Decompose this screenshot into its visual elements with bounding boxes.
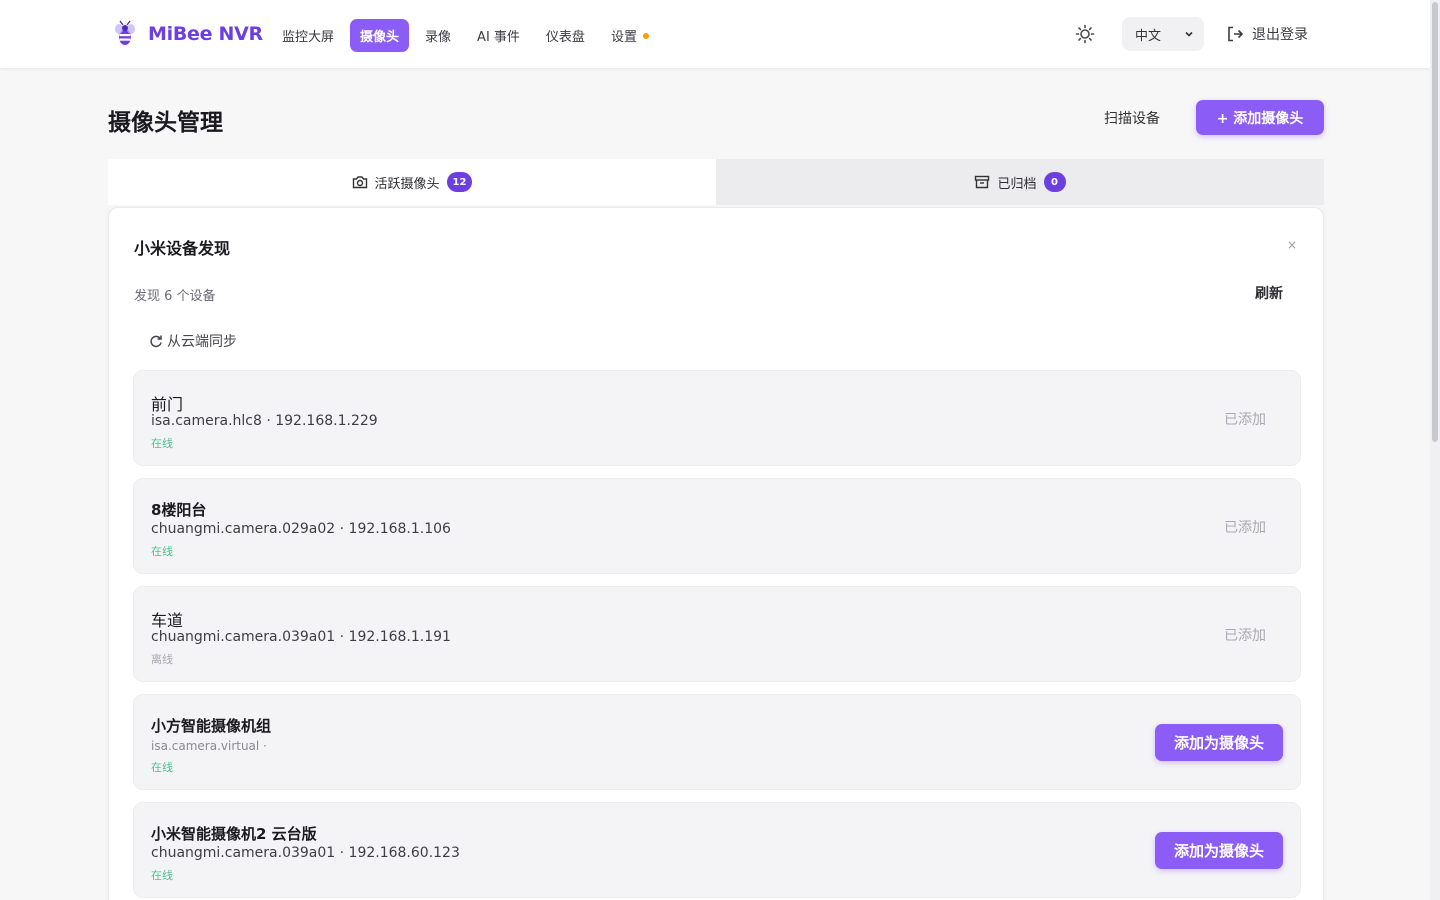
count-badge: 12: [446, 172, 473, 192]
language-value: 中文: [1135, 28, 1162, 44]
panel-title: 小米设备发现: [134, 239, 231, 258]
refresh-button[interactable]: 刷新: [1255, 283, 1283, 303]
device-list: 前门 isa.camera.hlc8 · 192.168.1.229 在线 已添…: [133, 370, 1301, 900]
nav-item-label: 监控大屏: [282, 30, 335, 45]
cloud-sync-button[interactable]: 从云端同步: [149, 331, 237, 351]
nav-item-recordings[interactable]: 录像: [415, 19, 461, 52]
device-card: 车道 chuangmi.camera.039a01 · 192.168.1.19…: [133, 586, 1301, 682]
device-meta: chuangmi.camera.039a01 · 192.168.60.123: [151, 845, 460, 861]
device-name: 8楼阳台: [151, 501, 207, 519]
status-offline: 离线: [151, 653, 173, 666]
bee-logo-icon: [115, 20, 135, 45]
tab-label: 已归档: [997, 176, 1037, 192]
added-label: 已添加: [1224, 628, 1266, 644]
nav-item-label: 录像: [425, 30, 452, 45]
add-as-camera-button[interactable]: 添加为摄像头: [1155, 832, 1283, 869]
logout-label: 退出登录: [1252, 27, 1308, 43]
found-count: 发现 6 个设备: [134, 289, 216, 304]
device-meta: isa.camera.virtual ·: [151, 739, 267, 753]
chevron-down-icon: [1185, 31, 1193, 37]
refresh-icon: [150, 335, 162, 348]
scan-devices-button[interactable]: 扫描设备: [1092, 102, 1172, 134]
tab-archived[interactable]: 已归档 0: [716, 159, 1324, 205]
header-actions: 中文 退出登录: [1070, 17, 1308, 51]
logout-icon: [1228, 26, 1244, 42]
notification-dot: [642, 32, 649, 39]
xiaomi-discovery-panel: 小米设备发现 × 发现 6 个设备 刷新 从云端同步 前门 isa.camera…: [108, 207, 1324, 900]
add-camera-button[interactable]: + 添加摄像头: [1196, 100, 1324, 135]
nav-item-ai-events[interactable]: AI 事件: [467, 19, 530, 52]
device-card: 小米智能摄像机2 云台版 chuangmi.camera.039a01 · 19…: [133, 802, 1301, 898]
nav-item-monitor-wall[interactable]: 监控大屏: [272, 19, 344, 52]
device-card: 小方智能摄像机组 isa.camera.virtual · 在线 添加为摄像头: [133, 694, 1301, 790]
nav-item-label: 仪表盘: [545, 30, 585, 45]
sun-icon: [1075, 24, 1095, 44]
status-online: 在线: [151, 761, 173, 774]
device-card: 前门 isa.camera.hlc8 · 192.168.1.229 在线 已添…: [133, 370, 1301, 466]
count-badge: 0: [1043, 172, 1066, 192]
logout-button[interactable]: 退出登录: [1226, 24, 1308, 44]
archive-icon: [975, 175, 990, 189]
tab-label: 活跃摄像头: [374, 176, 440, 192]
added-label: 已添加: [1224, 520, 1266, 536]
brand-name: MiBee NVR: [148, 23, 263, 45]
device-name: 车道: [151, 611, 184, 630]
tab-active-cameras[interactable]: 活跃摄像头 12: [108, 159, 716, 205]
add-as-camera-button[interactable]: 添加为摄像头: [1155, 724, 1283, 761]
main-nav: 监控大屏 摄像头 录像 AI 事件 仪表盘 设置: [272, 19, 659, 52]
top-navbar: MiBee NVR 监控大屏 摄像头 录像 AI 事件 仪表盘 设置 中文 退出…: [0, 0, 1430, 68]
status-online: 在线: [151, 869, 173, 882]
camera-tabs: 活跃摄像头 12 已归档 0: [108, 159, 1324, 205]
nav-item-label: 设置: [610, 30, 637, 45]
nav-item-settings[interactable]: 设置: [601, 19, 659, 52]
camera-icon: [352, 176, 367, 189]
brand[interactable]: MiBee NVR: [112, 20, 263, 48]
close-icon[interactable]: ×: [1287, 238, 1297, 252]
nav-item-label: 摄像头: [360, 30, 400, 45]
language-select[interactable]: 中文: [1122, 17, 1204, 51]
status-online: 在线: [151, 437, 173, 450]
nav-item-label: AI 事件: [477, 30, 520, 45]
device-name: 前门: [151, 395, 184, 414]
nav-item-cameras[interactable]: 摄像头: [350, 19, 410, 52]
device-card: 8楼阳台 chuangmi.camera.029a02 · 192.168.1.…: [133, 478, 1301, 574]
theme-toggle-button[interactable]: [1070, 17, 1100, 51]
scrollbar-thumb[interactable]: [1432, 2, 1438, 442]
device-meta: chuangmi.camera.029a02 · 192.168.1.106: [151, 521, 451, 537]
cloud-sync-label: 从云端同步: [167, 334, 237, 350]
device-meta: chuangmi.camera.039a01 · 192.168.1.191: [151, 629, 451, 645]
nav-item-dashboard[interactable]: 仪表盘: [536, 19, 595, 52]
device-meta: isa.camera.hlc8 · 192.168.1.229: [151, 413, 378, 429]
added-label: 已添加: [1224, 412, 1266, 428]
page-scrollbar[interactable]: [1430, 0, 1440, 900]
device-name: 小方智能摄像机组: [151, 717, 272, 735]
status-online: 在线: [151, 545, 173, 558]
page-title: 摄像头管理: [108, 110, 223, 136]
device-name: 小米智能摄像机2 云台版: [151, 825, 317, 843]
